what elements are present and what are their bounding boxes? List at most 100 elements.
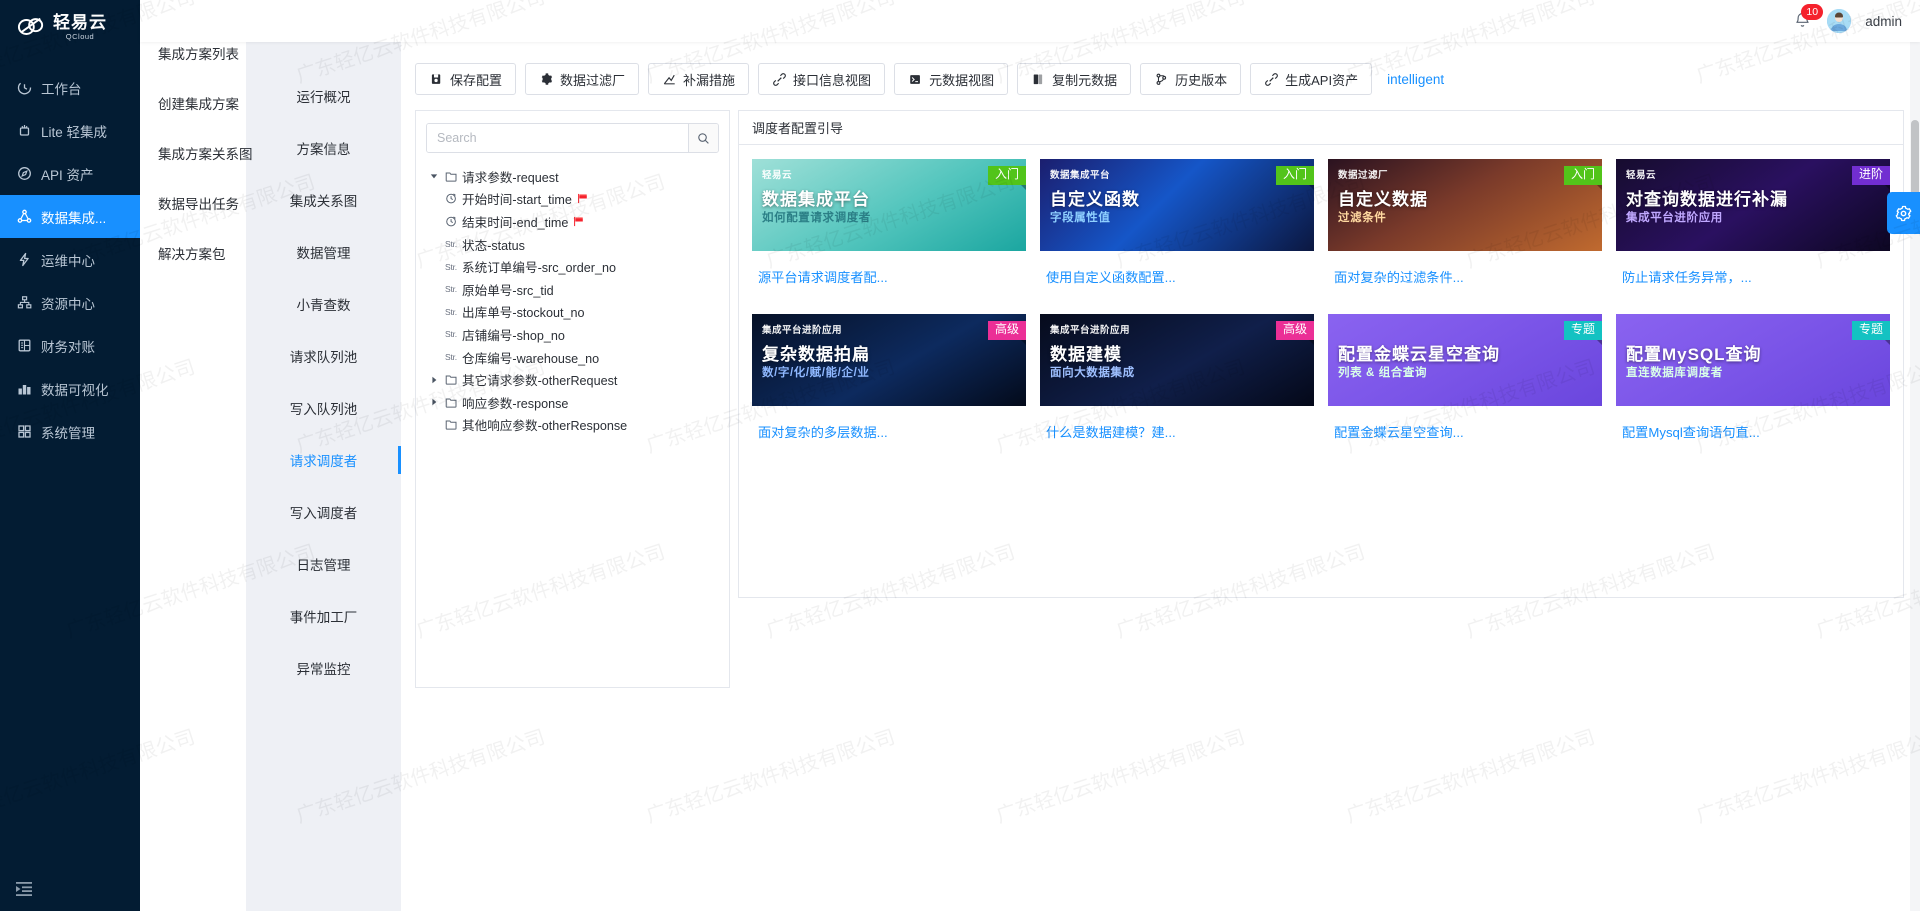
toolbar-button-6[interactable]: 复制元数据 (1017, 63, 1131, 95)
guide-card[interactable]: 入门数据集成平台自定义函数字段属性值使用自定义函数配置... (1040, 159, 1314, 300)
sidebar-item-3[interactable]: API 资产 (0, 152, 140, 195)
toolbar-button-3[interactable]: 补漏措施 (648, 63, 749, 95)
menu3-item-9[interactable]: 写入调度者 (246, 486, 401, 538)
sidebar-item-1[interactable]: 工作台 (0, 66, 140, 109)
guide-card[interactable]: 进阶轻易云对查询数据进行补漏集成平台进阶应用防止请求任务异常，... (1616, 159, 1890, 300)
chevron-right-icon[interactable] (426, 376, 442, 384)
brand-logo[interactable]: 轻易云 QCloud (0, 6, 140, 48)
guide-card-thumbnail[interactable]: 专题配置MySQL查询直连数据库调度者 (1616, 314, 1890, 406)
tree-node[interactable]: Str.店铺编号-shop_no (426, 323, 719, 346)
menu3-item-2[interactable]: 方案信息 (246, 122, 401, 174)
menu3-item-4[interactable]: 数据管理 (246, 226, 401, 278)
toolbar-button-5[interactable]: 元数据视图 (894, 63, 1008, 95)
tree-node[interactable]: Str.系统订单编号-src_order_no (426, 255, 719, 278)
tree-node[interactable]: 其它请求参数-otherRequest (426, 368, 719, 391)
sidebar-item-4[interactable]: 数据集成... (0, 195, 140, 238)
sidebar-item-6[interactable]: 资源中心 (0, 281, 140, 324)
menu-collapse-icon[interactable] (14, 879, 34, 899)
tree-node[interactable]: Str.原始单号-src_tid (426, 278, 719, 301)
sidebar-item-5[interactable]: 运维中心 (0, 238, 140, 281)
guide-card-title[interactable]: 防止请求任务异常，... (1616, 251, 1890, 300)
guide-card-thumbnail[interactable]: 专题配置金蝶云星空查询列表 & 组合查询 (1328, 314, 1602, 406)
tree-node[interactable]: Str.状态-status (426, 233, 719, 256)
tertiary-menu: 运行概况方案信息集成关系图数据管理小青查数请求队列池写入队列池请求调度者写入调度… (246, 0, 401, 911)
menu2-item-5[interactable]: 解决方案包 (140, 228, 246, 278)
guide-card-title[interactable]: 面对复杂的多层数据... (752, 406, 1026, 455)
search-input[interactable] (427, 124, 688, 152)
guide-card-title[interactable]: 面对复杂的过滤条件... (1328, 251, 1602, 300)
toolbar-button-1[interactable]: 保存配置 (415, 63, 516, 95)
tree-node-label: 响应参数-response (462, 393, 568, 412)
menu3-item-12[interactable]: 异常监控 (246, 642, 401, 694)
menu2-item-label: 数据导出任务 (158, 193, 239, 213)
guide-card[interactable]: 入门轻易云数据集成平台如何配置请求调度者源平台请求调度者配... (752, 159, 1026, 300)
chevron-right-icon[interactable] (426, 398, 442, 406)
guide-card[interactable]: 专题配置金蝶云星空查询列表 & 组合查询配置金蝶云星空查询... (1328, 314, 1602, 455)
guide-cards-panel: 调度者配置引导 入门轻易云数据集成平台如何配置请求调度者源平台请求调度者配...… (738, 110, 1904, 598)
tree-node[interactable]: 请求参数-request (426, 165, 719, 188)
guide-card[interactable]: 高级集成平台进阶应用数据建模面向大数据集成什么是数据建模？建... (1040, 314, 1314, 455)
content-body: 请求参数-request开始时间-start_time结束时间-end_time… (401, 96, 1920, 688)
toolbar-button-4[interactable]: 接口信息视图 (758, 63, 885, 95)
tree-node[interactable]: 响应参数-response (426, 391, 719, 414)
sidebar-item-7[interactable]: 财务对账 (0, 324, 140, 367)
menu3-item-8[interactable]: 请求调度者 (246, 434, 401, 486)
tree-node[interactable]: 开始时间-start_time (426, 188, 719, 211)
guide-card-thumbnail[interactable]: 高级集成平台进阶应用复杂数据拍扁数/字/化/赋/能/企/业 (752, 314, 1026, 406)
guide-card-thumbnail[interactable]: 高级集成平台进阶应用数据建模面向大数据集成 (1040, 314, 1314, 406)
menu3-item-label: 写入队列池 (290, 398, 358, 418)
toolbar-button-8[interactable]: 生成API资产 (1250, 63, 1372, 95)
guide-card-thumbnail[interactable]: 进阶轻易云对查询数据进行补漏集成平台进阶应用 (1616, 159, 1890, 251)
notification-bell[interactable]: 10 (1793, 11, 1813, 31)
menu2-item-4[interactable]: 数据导出任务 (140, 178, 246, 228)
branch-icon (1154, 72, 1168, 86)
tree-node[interactable]: 其他响应参数-otherResponse (426, 414, 719, 437)
guide-card[interactable]: 专题配置MySQL查询直连数据库调度者配置Mysql查询语句直... (1616, 314, 1890, 455)
guide-card[interactable]: 高级集成平台进阶应用复杂数据拍扁数/字/化/赋/能/企/业面对复杂的多层数据..… (752, 314, 1026, 455)
intelligent-link[interactable]: intelligent (1387, 72, 1444, 87)
guide-card-title[interactable]: 配置Mysql查询语句直... (1616, 406, 1890, 455)
toolbar-button-2[interactable]: 数据过滤厂 (525, 63, 639, 95)
search-button[interactable] (688, 124, 718, 152)
menu2-item-3[interactable]: 集成方案关系图 (140, 128, 246, 178)
guide-card-title[interactable]: 什么是数据建模？建... (1040, 406, 1314, 455)
guide-card-thumbnail[interactable]: 入门数据集成平台自定义函数字段属性值 (1040, 159, 1314, 251)
search-bar (426, 123, 719, 153)
guide-card-thumbnail[interactable]: 入门数据过滤厂自定义数据过滤条件 (1328, 159, 1602, 251)
tree-node[interactable]: Str.仓库编号-warehouse_no (426, 346, 719, 369)
notification-count: 10 (1801, 4, 1823, 20)
guide-card-title[interactable]: 源平台请求调度者配... (752, 251, 1026, 300)
chevron-down-icon[interactable] (426, 172, 442, 180)
avatar[interactable] (1827, 9, 1851, 33)
guide-card[interactable]: 入门数据过滤厂自定义数据过滤条件面对复杂的过滤条件... (1328, 159, 1602, 300)
sidebar-item-2[interactable]: Lite 轻集成 (0, 109, 140, 152)
guide-card-title[interactable]: 使用自定义函数配置... (1040, 251, 1314, 300)
thumb-line-3: 直连数据库调度者 (1626, 364, 1723, 380)
menu3-item-11[interactable]: 事件加工厂 (246, 590, 401, 642)
guide-cards-grid: 入门轻易云数据集成平台如何配置请求调度者源平台请求调度者配...入门数据集成平台… (739, 145, 1903, 469)
menu3-item-5[interactable]: 小青查数 (246, 278, 401, 330)
lite-icon (17, 123, 32, 138)
menu2-item-2[interactable]: 创建集成方案 (140, 78, 246, 128)
ledger-icon (17, 338, 32, 353)
tree-node[interactable]: 结束时间-end_time (426, 210, 719, 233)
tree-node[interactable]: Str.出库单号-stockout_no (426, 301, 719, 324)
guide-card-thumbnail[interactable]: 入门轻易云数据集成平台如何配置请求调度者 (752, 159, 1026, 251)
link-icon (1264, 72, 1278, 86)
menu3-item-1[interactable]: 运行概况 (246, 70, 401, 122)
menu3-item-7[interactable]: 写入队列池 (246, 382, 401, 434)
menu3-item-6[interactable]: 请求队列池 (246, 330, 401, 382)
trend-icon (663, 73, 676, 86)
floating-settings-button[interactable] (1887, 192, 1920, 234)
guide-card-badge: 专题 (1564, 321, 1602, 340)
sidebar-item-9[interactable]: 系统管理 (0, 410, 140, 453)
folder-icon (442, 373, 460, 386)
menu3-item-3[interactable]: 集成关系图 (246, 174, 401, 226)
toolbar-button-7[interactable]: 历史版本 (1140, 63, 1241, 95)
menu3-item-label: 请求调度者 (290, 450, 358, 470)
menu3-item-10[interactable]: 日志管理 (246, 538, 401, 590)
sidebar-item-8[interactable]: 数据可视化 (0, 367, 140, 410)
guide-card-title[interactable]: 配置金蝶云星空查询... (1328, 406, 1602, 455)
parameter-tree: 请求参数-request开始时间-start_time结束时间-end_time… (426, 163, 719, 436)
link-icon (773, 73, 786, 86)
